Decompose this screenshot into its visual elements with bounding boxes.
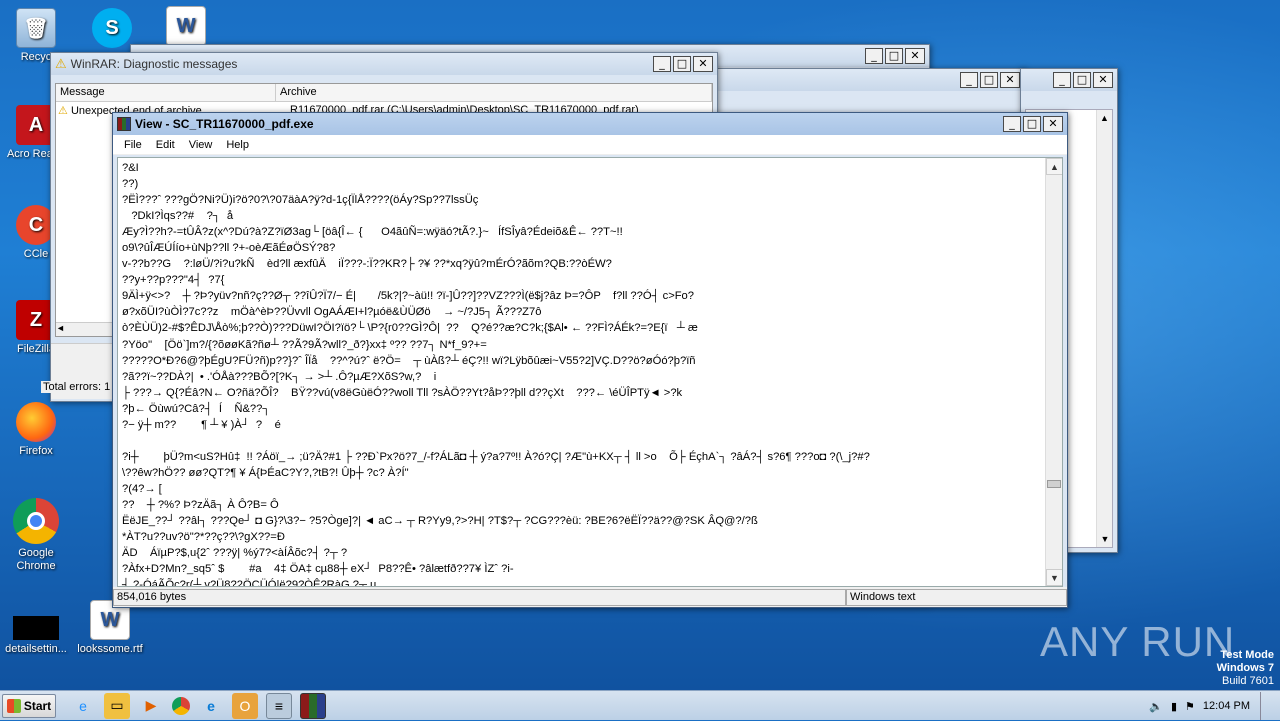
desktop-icon-label: lookssome.rtf [77, 643, 143, 655]
desktop-icon-label: Google Chrome [16, 547, 56, 572]
title-bar[interactable]: ⚠ WinRAR: Diagnostic messages _ □ ✕ [51, 53, 717, 75]
chrome-taskbar-icon[interactable] [172, 696, 190, 715]
ie-taskbar-icon[interactable]: e [70, 693, 96, 719]
desktop-icon-label: detailsettin... [5, 643, 67, 655]
watermark-line-2: Windows 7 [1216, 662, 1274, 674]
status-bar: 854,016 bytes Windows text [113, 587, 1067, 607]
watermark-line-3: Build 7601 [1222, 675, 1274, 687]
word-doc-icon: W [166, 6, 206, 46]
title-bar[interactable]: _ □ ✕ [701, 69, 1024, 91]
start-button[interactable]: Start [2, 693, 56, 718]
warning-icon: ⚠ [55, 56, 67, 71]
watermark-line-1: Test Mode [1220, 649, 1274, 661]
close-button[interactable]: ✕ [693, 56, 713, 72]
desktop-icon-firefox[interactable]: Firefox [0, 402, 72, 457]
menu-help[interactable]: Help [219, 139, 256, 151]
taskbar: Start e ▭ ▶ e O ≡ 🔈 ▮ ⚑ 12:04 PM [0, 690, 1280, 720]
viewer-window[interactable]: View - SC_TR11670000_pdf.exe _ □ ✕ File … [112, 112, 1068, 608]
notepad-taskbar-icon[interactable]: ≡ [266, 692, 292, 719]
column-header-message[interactable]: Message [56, 84, 276, 101]
menu-edit[interactable]: Edit [149, 139, 182, 151]
menu-bar: File Edit View Help [113, 135, 1067, 155]
title-bar[interactable]: _ □ ✕ [1021, 69, 1117, 91]
action-center-icon[interactable]: ⚑ [1185, 700, 1195, 713]
explorer-taskbar-icon[interactable]: ▭ [104, 692, 130, 719]
maximize-button[interactable]: □ [1073, 72, 1091, 88]
column-header-archive[interactable]: Archive [276, 84, 712, 101]
winrar-app-icon [117, 117, 131, 131]
desktop-icon-chrome[interactable]: Google Chrome [0, 498, 72, 573]
scroll-down-icon[interactable]: ▼ [1097, 531, 1113, 547]
close-button[interactable]: ✕ [1093, 72, 1113, 88]
clock[interactable]: 12:04 PM [1203, 700, 1250, 712]
media-player-taskbar-icon[interactable]: ▶ [138, 693, 164, 719]
menu-view[interactable]: View [182, 139, 220, 151]
scroll-up-icon[interactable]: ▲ [1097, 110, 1112, 126]
recycle-bin-icon: 🗑 [16, 8, 56, 48]
close-button[interactable]: ✕ [1043, 116, 1063, 132]
chrome-icon [13, 498, 59, 544]
desktop-icon-word[interactable]: W [150, 6, 222, 49]
warning-icon: ⚠ [58, 104, 68, 117]
outlook-taskbar-icon[interactable]: O [232, 692, 258, 719]
winrar-taskbar-icon[interactable] [300, 692, 326, 719]
test-mode-watermark: Test Mode Windows 7 Build 7601 [1217, 649, 1274, 688]
encoding-status: Windows text [846, 588, 1067, 606]
file-size-status: 854,016 bytes [113, 588, 846, 606]
edge-taskbar-icon[interactable]: e [198, 693, 224, 719]
text-content: ?&I ??) ?ËÌ???ˆ ???gÖ?Ni?Ü)i?ö?0?\?07äàA… [122, 162, 870, 587]
scroll-up-icon[interactable]: ▲ [1046, 158, 1062, 175]
skype-icon: S [92, 8, 132, 48]
window-title: View - SC_TR11670000_pdf.exe [135, 117, 314, 131]
text-view[interactable]: ?&I ??) ?ËÌ???ˆ ???gÖ?Ni?Ü)i?ö?0?\?07äàA… [117, 157, 1063, 587]
title-bar[interactable]: View - SC_TR11670000_pdf.exe _ □ ✕ [113, 113, 1067, 135]
minimize-button[interactable]: _ [653, 56, 671, 72]
minimize-button[interactable]: _ [960, 72, 978, 88]
start-label: Start [23, 698, 52, 713]
desktop-icon-lookssome[interactable]: W lookssome.rtf [74, 600, 146, 655]
desktop-icon-label: Firefox [19, 445, 53, 457]
maximize-button[interactable]: □ [673, 56, 691, 72]
horizontal-scrollbar[interactable]: ◄ [56, 322, 116, 336]
network-icon[interactable]: ▮ [1171, 700, 1177, 713]
window-title: WinRAR: Diagnostic messages [70, 57, 238, 71]
close-button[interactable]: ✕ [1000, 72, 1020, 88]
minimize-button[interactable]: _ [1053, 72, 1071, 88]
windows-logo-icon [6, 698, 21, 713]
show-desktop-button[interactable] [1260, 692, 1272, 720]
speaker-icon[interactable]: 🔈 [1149, 700, 1163, 713]
minimize-button[interactable]: _ [1003, 116, 1021, 132]
desktop-icon-detailsettings[interactable]: detailsettin... [0, 616, 72, 655]
system-tray: 🔈 ▮ ⚑ 12:04 PM [1149, 691, 1272, 721]
total-errors-label: Total errors: 1 [41, 381, 111, 393]
maximize-button[interactable]: □ [1023, 116, 1041, 132]
scrollbar-thumb[interactable] [1047, 480, 1061, 488]
minimize-button[interactable]: _ [865, 48, 883, 64]
black-file-icon [13, 616, 59, 640]
anyrun-watermark: ANY RUN [1040, 618, 1236, 665]
maximize-button[interactable]: □ [980, 72, 998, 88]
menu-file[interactable]: File [117, 139, 149, 151]
maximize-button[interactable]: □ [885, 48, 903, 64]
firefox-icon [16, 402, 56, 442]
scroll-down-icon[interactable]: ▼ [1046, 569, 1062, 586]
vertical-scrollbar[interactable]: ▲ ▼ [1045, 158, 1062, 586]
close-button[interactable]: ✕ [905, 48, 925, 64]
